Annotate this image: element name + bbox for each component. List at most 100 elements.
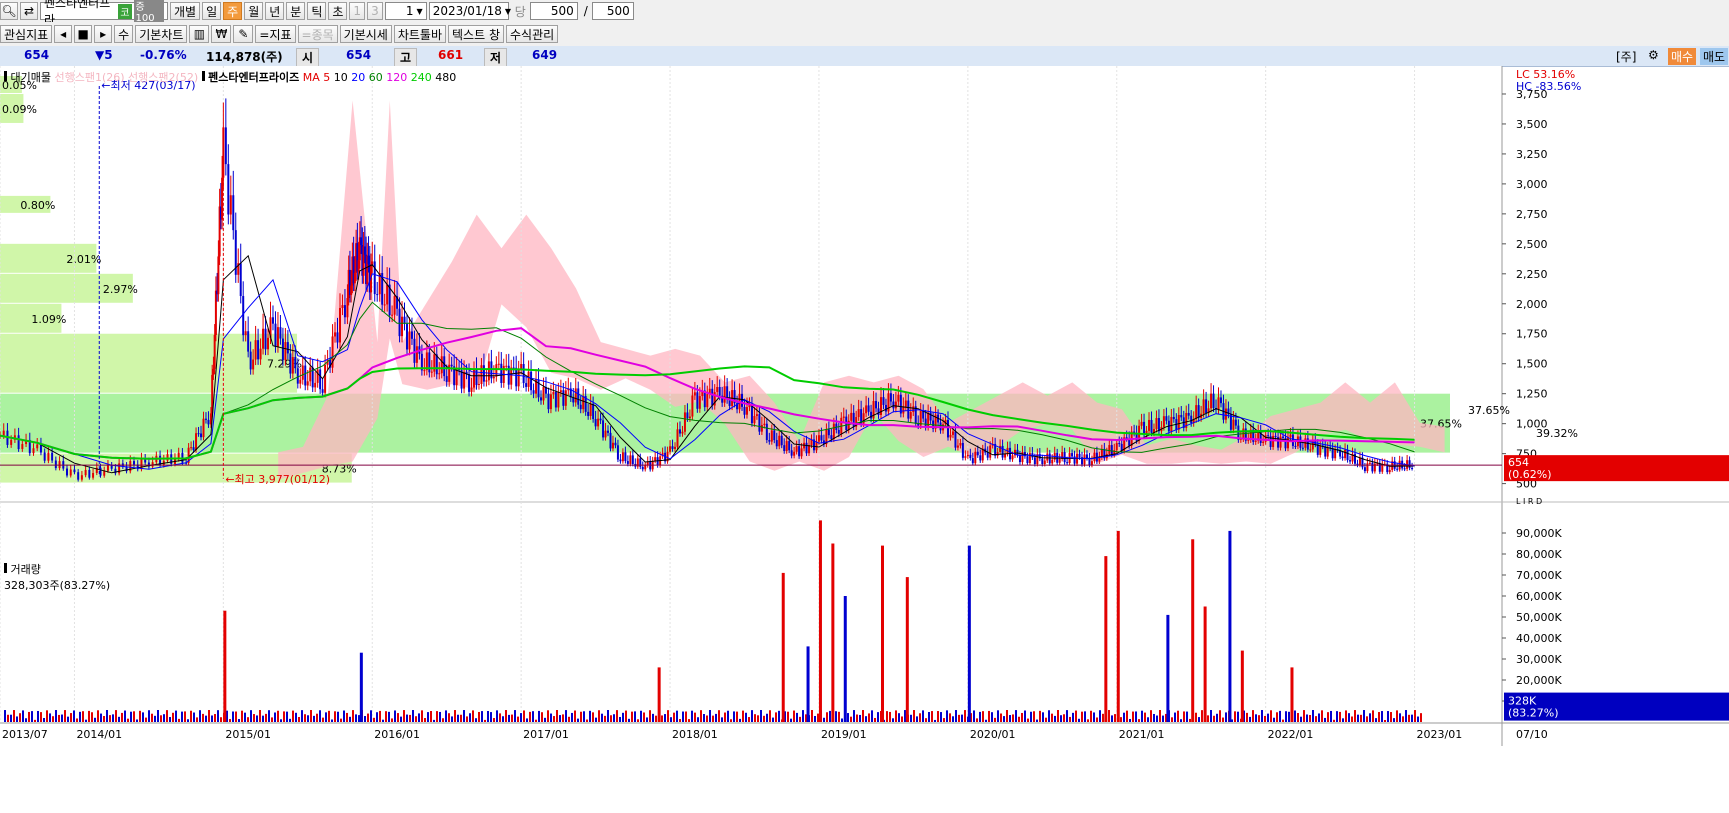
volume-tick-label: 90,000K [1516, 527, 1562, 540]
candle-body [1033, 457, 1036, 465]
candle-body [1150, 419, 1153, 433]
tool-icon[interactable]: ✎ [233, 25, 254, 43]
max-count-field[interactable]: 500 [591, 2, 634, 20]
volume-bar [412, 710, 414, 722]
volume-bar [964, 710, 966, 722]
period-second[interactable]: 초 [328, 2, 348, 20]
period-minute[interactable]: 분 [286, 2, 306, 20]
item-button[interactable]: =종목 [297, 25, 338, 43]
text-window-button[interactable]: 텍스트 창 [448, 25, 504, 43]
volume-bar [751, 710, 753, 722]
su-button[interactable]: 수 [114, 25, 134, 43]
volume-bar [427, 712, 429, 722]
indicator-button[interactable]: =지표 [255, 25, 296, 43]
basic-quote-button[interactable]: 기본시세 [339, 25, 392, 43]
volume-bar [688, 719, 690, 722]
period-day[interactable]: 일 [202, 2, 222, 20]
candle-body [1331, 448, 1334, 459]
volume-bar [55, 710, 57, 722]
swap-icon[interactable]: ⇄ [20, 2, 38, 20]
volume-bar [1174, 712, 1176, 722]
stop-icon[interactable]: ■ [74, 25, 93, 43]
volume-bar [676, 710, 678, 722]
volume-bar [1096, 717, 1098, 722]
volume-bar [574, 710, 576, 722]
volume-bar [1360, 714, 1362, 722]
volume-bar [667, 710, 669, 722]
formula-button[interactable]: 수식관리 [506, 25, 559, 43]
volume-bar [481, 711, 483, 722]
volume-bar [145, 717, 147, 722]
chart-toolbar-button[interactable]: 차트툴바 [393, 25, 447, 43]
price-info-bar: 654 ▼5 -0.76% 114,878(주) 시 654 고 661 저 6… [0, 46, 1729, 67]
candle-body [1262, 441, 1265, 443]
volume-bar [634, 711, 636, 722]
period-month[interactable]: 월 [244, 2, 264, 20]
settings-icon[interactable]: ⚙ [1648, 48, 1659, 62]
arrow-right-icon[interactable]: ▸ [94, 25, 113, 43]
volume-bar [766, 713, 768, 722]
candle-body [922, 410, 925, 419]
preset-1-button[interactable]: 1 [349, 2, 366, 20]
candle-body [197, 433, 200, 435]
second-toolbar: 관심지표 ◂ ■ ▸ 수 기본차트 ▥ ₩ ✎ =지표 =종목 기본시세 차트툴… [0, 22, 1729, 47]
unit-toggle[interactable]: [주] [1616, 48, 1636, 65]
volume-bar [463, 710, 465, 722]
volume-tick-label: 70,000K [1516, 569, 1562, 582]
hc-label: HC -83.56% [1516, 80, 1581, 93]
x-tick-label: 2015/01 [225, 728, 271, 741]
period-tick[interactable]: 틱 [307, 2, 327, 20]
candle-body [440, 356, 443, 374]
period-year[interactable]: 년 [265, 2, 285, 20]
x-tick-label: 2019/01 [821, 728, 867, 741]
volume-bar [589, 710, 591, 722]
candle-body [989, 445, 992, 458]
volume-bar [262, 715, 264, 722]
candle-body [1371, 462, 1374, 472]
arrow-left-icon[interactable]: ◂ [54, 25, 73, 43]
candle-icon[interactable]: ▥ [189, 25, 210, 43]
preset-3-button[interactable]: 3 [367, 2, 383, 20]
volume-bar [976, 718, 978, 722]
candle-body [217, 256, 220, 295]
volume-bar [61, 714, 63, 722]
count-input[interactable]: 500 [529, 2, 578, 20]
volume-bar [1156, 715, 1158, 722]
volume-bar [928, 712, 930, 722]
candle-body [227, 164, 230, 215]
volume-bar [25, 718, 27, 722]
volume-spike-bar [880, 545, 884, 722]
candle-body [574, 388, 577, 403]
volume-bar [181, 711, 183, 722]
volume-bar [874, 717, 876, 722]
chevron-down-icon: ▼ [504, 6, 512, 16]
price-chart[interactable]: 0.05%0.09%0.80%2.01%2.97%1.09%7.29%37.65… [0, 66, 1729, 813]
volume-bar [1189, 718, 1191, 722]
volume-bar [1039, 710, 1041, 722]
search-icon[interactable]: 🔍︎ [0, 2, 18, 20]
volume-bar [1234, 711, 1236, 722]
interest-indicator-button[interactable]: 관심지표 [0, 25, 53, 43]
candle-body [909, 412, 912, 419]
basic-chart-button[interactable]: 기본차트 [135, 25, 188, 43]
buy-button[interactable]: 매수 [1668, 48, 1697, 65]
candle-body [221, 177, 224, 220]
volume-bar [1195, 712, 1197, 722]
date-picker[interactable]: 2023/01/18 ▼ [428, 2, 512, 20]
stock-name-field[interactable]: 펜스타엔터프라 코 증100 [40, 0, 168, 27]
volume-bar [787, 711, 789, 722]
individual-button[interactable]: 개별 [170, 2, 201, 20]
volume-bar [448, 713, 450, 722]
volume-bar [1027, 718, 1029, 722]
legend-ma240: 240 [410, 71, 432, 84]
volume-bar [1078, 718, 1080, 722]
period-week[interactable]: 주 [223, 2, 243, 20]
candle-body [947, 419, 949, 438]
candle-body [106, 465, 109, 471]
sell-button[interactable]: 매도 [1700, 48, 1729, 65]
won-icon[interactable]: ₩ [211, 25, 232, 43]
volume-bar [1012, 714, 1014, 722]
unit-select[interactable]: 1 ▼ [384, 2, 427, 20]
volume-bar [160, 715, 162, 722]
volume-bar [613, 714, 615, 722]
